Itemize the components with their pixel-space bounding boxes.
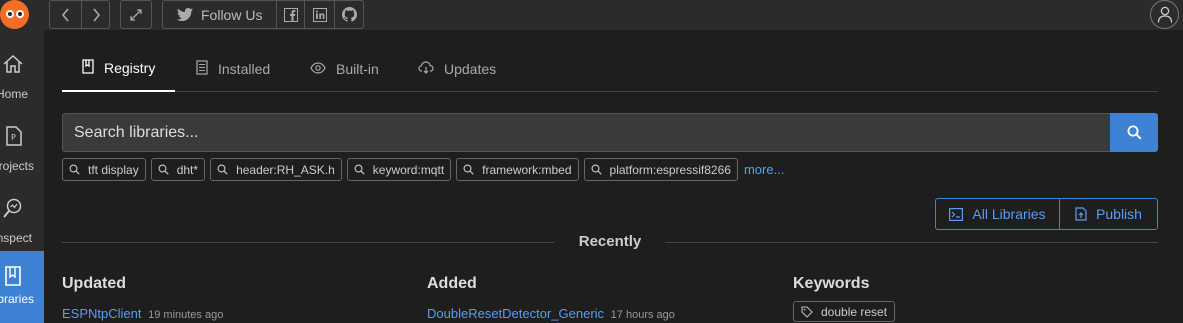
chip-label: platform:espressif8266 (609, 162, 731, 177)
tab-label: Built-in (336, 61, 379, 77)
facebook-button[interactable] (276, 1, 304, 28)
keyword-chip[interactable]: double reset (793, 301, 896, 322)
divider-line-right (665, 242, 1158, 243)
tab-built-in[interactable]: Built-in (310, 46, 379, 92)
sidebar-item-libraries[interactable]: Libraries (0, 251, 44, 323)
all-libraries-label: All Libraries (972, 206, 1046, 222)
search-icon (217, 164, 228, 175)
github-button[interactable] (334, 1, 363, 28)
more-suggestions-link[interactable]: more... (744, 162, 784, 177)
search-icon (158, 164, 169, 175)
library-actions: All Libraries Publish (935, 198, 1158, 230)
platformio-logo[interactable] (0, 0, 29, 29)
all-libraries-button[interactable]: All Libraries (936, 199, 1060, 229)
social-group: Follow Us (162, 0, 365, 29)
svg-text:P: P (11, 133, 16, 142)
library-link[interactable]: DoubleResetDetector_Generic (427, 306, 604, 321)
bookmark-icon (82, 59, 94, 77)
recently-updated-column: Updated ESPNtpClient 19 minutes ago (62, 275, 223, 321)
search-icon (591, 164, 602, 175)
library-tabs: Registry Installed Built-in Updates (62, 46, 1158, 92)
suggestion-chip[interactable]: keyword:mqtt (346, 158, 452, 181)
forward-button[interactable] (81, 1, 109, 28)
sidebar: Home P Projects Inspect Libraries (0, 30, 44, 323)
chevron-right-icon (92, 7, 100, 22)
eye-icon (310, 61, 326, 77)
search-icon (1127, 125, 1142, 140)
chip-label: header:RH_ASK.h (236, 162, 335, 177)
sidebar-item-home[interactable]: Home (0, 39, 44, 101)
follow-us-label: Follow Us (201, 6, 263, 23)
file-upload-icon (1075, 207, 1087, 221)
follow-twitter-button[interactable]: Follow Us (163, 1, 276, 28)
home-icon (2, 53, 24, 80)
sidebar-item-label: Inspect (0, 231, 32, 245)
sidebar-item-label: Projects (0, 159, 34, 173)
suggestion-chip[interactable]: header:RH_ASK.h (210, 158, 342, 181)
chip-label: keyword:mqtt (372, 162, 445, 177)
cloud-download-icon (418, 61, 434, 77)
fullscreen-group (120, 0, 152, 29)
suggestion-chip[interactable]: framework:mbed (456, 158, 579, 181)
list-item: ESPNtpClient 19 minutes ago (62, 306, 223, 321)
facebook-icon (283, 7, 298, 22)
updated-heading: Updated (62, 275, 126, 292)
search-suggestions: tft display dht* header:RH_ASK.h keyword… (62, 158, 784, 181)
inspect-icon (2, 197, 24, 224)
added-heading: Added (427, 275, 477, 292)
timestamp: 17 hours ago (610, 309, 675, 321)
linkedin-icon (312, 7, 327, 22)
logo-eye-left (6, 10, 14, 18)
publish-button[interactable]: Publish (1060, 199, 1157, 229)
publish-label: Publish (1096, 206, 1142, 222)
tab-registry[interactable]: Registry (62, 46, 175, 92)
book-icon (2, 265, 24, 292)
suggestion-chip[interactable]: dht* (150, 158, 206, 181)
account-button[interactable] (1150, 0, 1179, 29)
search-icon (69, 164, 80, 175)
sidebar-item-label: Home (0, 87, 28, 101)
tag-icon (801, 305, 813, 318)
search-input[interactable] (62, 113, 1110, 152)
keyword-label: double reset (821, 304, 888, 319)
linkedin-button[interactable] (304, 1, 334, 28)
expand-icon (130, 8, 142, 21)
tab-installed[interactable]: Installed (196, 46, 270, 92)
chip-label: tft display (88, 162, 139, 177)
keywords-column: Keywords double reset (793, 275, 896, 323)
top-toolbar: Follow Us (0, 0, 1183, 30)
recently-divider: Recently (62, 233, 1158, 251)
sidebar-item-inspect[interactable]: Inspect (0, 183, 44, 245)
library-link[interactable]: ESPNtpClient (62, 306, 141, 321)
suggestion-chip[interactable]: tft display (62, 158, 146, 181)
list-icon (196, 60, 208, 78)
tab-updates[interactable]: Updates (418, 46, 496, 92)
tab-label: Installed (218, 61, 271, 77)
twitter-icon (177, 8, 193, 21)
user-icon (1157, 6, 1172, 23)
chip-label: dht* (176, 162, 199, 177)
tab-label: Registry (104, 60, 156, 76)
tab-label: Updates (444, 61, 497, 77)
timestamp: 19 minutes ago (148, 309, 224, 321)
history-nav-group (49, 0, 110, 29)
chevron-left-icon (61, 7, 69, 22)
search-button[interactable] (1110, 113, 1158, 152)
sidebar-item-projects[interactable]: P Projects (0, 111, 44, 173)
github-icon (341, 7, 357, 22)
logo-eye-right (16, 10, 24, 18)
expand-button[interactable] (121, 1, 151, 28)
terminal-icon (949, 207, 964, 221)
search-icon (354, 164, 365, 175)
back-button[interactable] (50, 1, 81, 28)
chip-label: framework:mbed (482, 162, 572, 177)
search-bar (62, 113, 1158, 152)
sidebar-item-label: Libraries (0, 292, 34, 306)
recently-added-column: Added DoubleResetDetector_Generic 17 hou… (427, 275, 675, 321)
search-icon (463, 164, 474, 175)
project-file-icon: P (2, 125, 24, 152)
suggestion-chip[interactable]: platform:espressif8266 (583, 158, 738, 181)
list-item: DoubleResetDetector_Generic 17 hours ago (427, 306, 675, 321)
keywords-heading: Keywords (793, 275, 870, 292)
